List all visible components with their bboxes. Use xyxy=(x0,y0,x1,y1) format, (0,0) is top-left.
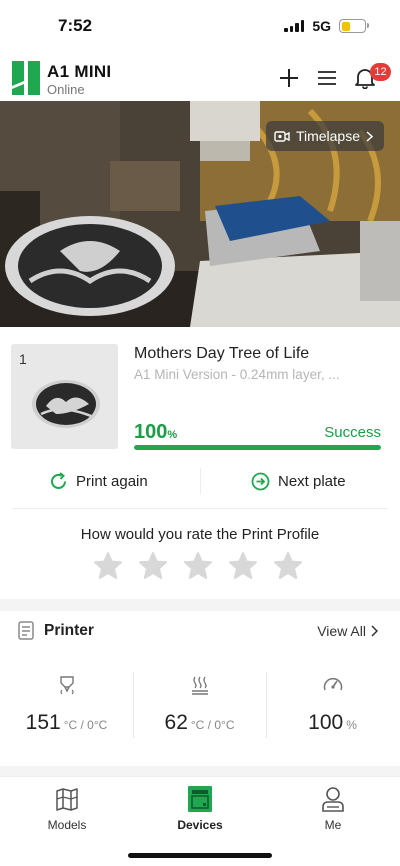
home-indicator[interactable] xyxy=(128,853,272,858)
document-icon xyxy=(18,621,34,640)
speed-unit: % xyxy=(346,718,357,732)
battery-icon xyxy=(339,19,369,33)
next-plate-button[interactable]: Next plate xyxy=(251,462,346,500)
chevron-right-icon xyxy=(371,625,378,637)
star-icon[interactable] xyxy=(183,551,213,581)
models-icon xyxy=(56,788,78,811)
section-separator xyxy=(0,599,400,611)
nozzle-temperature[interactable]: 151 °C / 0°C xyxy=(0,672,133,742)
rating-question: How would you rate the Print Profile xyxy=(80,526,320,543)
app-header: A1 MINI Online 12 xyxy=(0,54,400,100)
device-name[interactable]: A1 MINI xyxy=(47,62,111,82)
nozzle-temp-unit: °C / 0°C xyxy=(63,718,108,732)
progress-fill xyxy=(134,445,381,450)
star-icon[interactable] xyxy=(273,551,303,581)
tab-devices-label: Devices xyxy=(177,818,223,832)
view-all-label: View All xyxy=(317,623,366,639)
heatbed-icon xyxy=(191,676,208,695)
star-icon[interactable] xyxy=(93,551,123,581)
job-actions: Print again Next plate xyxy=(12,462,388,509)
job-status: Success xyxy=(324,424,381,441)
actions-divider xyxy=(200,468,201,494)
status-bar: 7:52 5G xyxy=(0,0,400,54)
bed-temperature[interactable]: 62 °C / 0°C xyxy=(133,672,266,742)
job-profile: A1 Mini Version - 0.24mm layer, ... xyxy=(134,367,340,382)
print-job-card[interactable]: 1 Mothers Day Tree of Life A1 Mini Versi… xyxy=(0,327,400,462)
model-preview-image xyxy=(32,380,100,428)
job-progress-bar xyxy=(134,445,381,450)
view-all-link[interactable]: View All xyxy=(317,623,378,639)
notification-badge: 12 xyxy=(370,63,391,81)
profile-icon xyxy=(322,787,344,812)
menu-icon xyxy=(318,71,336,85)
print-speed[interactable]: 100% xyxy=(266,672,399,742)
star-icon[interactable] xyxy=(228,551,258,581)
timelapse-label: Timelapse xyxy=(295,128,360,144)
add-device-button[interactable] xyxy=(277,66,301,90)
plus-icon xyxy=(280,69,298,87)
job-title: Mothers Day Tree of Life xyxy=(134,345,310,362)
print-again-button[interactable]: Print again xyxy=(49,462,148,500)
printer-section-header: Printer View All xyxy=(0,611,400,651)
bed-temp-value: 62 xyxy=(164,711,188,734)
print-again-label: Print again xyxy=(76,472,148,490)
video-icon xyxy=(274,130,290,142)
printer-title: Printer xyxy=(44,622,94,639)
tab-me-label: Me xyxy=(324,818,342,832)
camera-feed[interactable]: Timelapse xyxy=(0,101,400,327)
refresh-icon xyxy=(51,471,66,489)
bed-temp-unit: °C / 0°C xyxy=(190,718,235,732)
cellular-signal-icon xyxy=(284,20,305,32)
devices-icon xyxy=(188,786,212,812)
nozzle-icon xyxy=(59,676,74,695)
speed-value: 100 xyxy=(308,711,344,734)
network-type: 5G xyxy=(312,18,331,34)
device-status: Online xyxy=(47,82,85,97)
nozzle-temp-value: 151 xyxy=(25,711,61,734)
tab-me[interactable]: Me xyxy=(283,785,383,835)
tab-models[interactable]: Models xyxy=(17,785,117,835)
job-percent: 100% xyxy=(134,421,178,443)
arrow-right-circle-icon xyxy=(251,472,270,490)
status-time: 7:52 xyxy=(58,16,93,35)
star-icon[interactable] xyxy=(138,551,168,581)
status-indicators: 5G xyxy=(284,18,369,34)
bambu-logo-icon xyxy=(12,61,40,95)
chevron-right-icon xyxy=(366,130,373,142)
tab-devices[interactable]: Devices xyxy=(150,785,250,835)
tab-models-label: Models xyxy=(47,818,87,832)
rating-stars xyxy=(93,551,303,581)
plate-thumbnail[interactable]: 1 xyxy=(11,344,118,449)
speedometer-icon xyxy=(323,677,342,691)
next-plate-label: Next plate xyxy=(278,472,346,490)
section-separator xyxy=(0,766,400,776)
menu-button[interactable] xyxy=(315,66,339,90)
timelapse-button[interactable]: Timelapse xyxy=(265,121,384,151)
